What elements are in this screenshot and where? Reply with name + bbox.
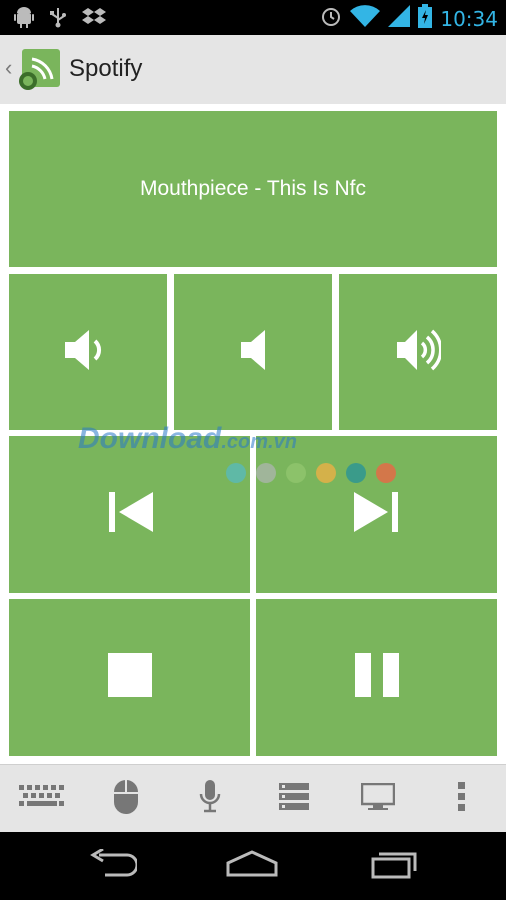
app-title: Spotify (69, 55, 143, 82)
server-list-icon (279, 782, 309, 816)
alarm-icon (320, 5, 342, 32)
overflow-menu-button[interactable] (420, 765, 504, 833)
volume-up-button[interactable] (339, 274, 497, 430)
home-button[interactable] (222, 846, 282, 886)
previous-track-button[interactable] (9, 436, 250, 593)
app-logo-icon[interactable] (18, 47, 62, 91)
mouse-icon (113, 779, 139, 820)
remote-control-grid: Mouthpiece - This Is Nfc (0, 104, 506, 764)
status-bar: 10:34 (0, 0, 506, 35)
recent-apps-icon (369, 849, 419, 884)
keyboard-icon (19, 784, 65, 814)
home-icon (224, 849, 280, 884)
recent-apps-button[interactable] (364, 846, 424, 886)
previous-track-icon (107, 490, 153, 539)
wifi-icon (350, 5, 381, 32)
bottom-toolbar (0, 764, 506, 833)
dropbox-icon (82, 6, 106, 33)
monitor-button[interactable] (336, 765, 420, 833)
clock-time: 10:34 (440, 6, 498, 31)
status-bar-right: 10:34 (320, 4, 498, 33)
volume-down-icon (63, 328, 113, 377)
keyboard-button[interactable] (0, 765, 84, 833)
mute-button[interactable] (174, 274, 332, 430)
mute-icon (239, 328, 267, 377)
now-playing-tile[interactable]: Mouthpiece - This Is Nfc (9, 111, 497, 267)
stop-icon (107, 653, 152, 702)
back-arrow-icon (87, 847, 139, 884)
overflow-menu-icon (458, 781, 466, 817)
microphone-button[interactable] (168, 765, 252, 833)
monitor-icon (360, 782, 396, 816)
next-track-icon (353, 490, 400, 539)
signal-icon (388, 5, 411, 32)
volume-down-button[interactable] (9, 274, 167, 430)
pause-icon (354, 653, 399, 702)
action-bar: ‹ Spotify (0, 35, 506, 105)
mouse-button[interactable] (84, 765, 168, 833)
volume-up-icon (395, 328, 443, 377)
usb-icon (48, 6, 68, 33)
pause-button[interactable] (256, 599, 497, 756)
back-chevron-icon[interactable]: ‹ (5, 57, 12, 79)
back-button[interactable] (82, 846, 142, 886)
android-debug-icon (14, 6, 34, 33)
server-list-button[interactable] (252, 765, 336, 833)
now-playing-text: Mouthpiece - This Is Nfc (139, 177, 367, 200)
battery-charging-icon (418, 4, 433, 33)
next-track-button[interactable] (256, 436, 497, 593)
stop-button[interactable] (9, 599, 250, 756)
status-bar-left (14, 6, 106, 33)
navigation-bar (0, 832, 506, 900)
microphone-icon (199, 779, 221, 819)
